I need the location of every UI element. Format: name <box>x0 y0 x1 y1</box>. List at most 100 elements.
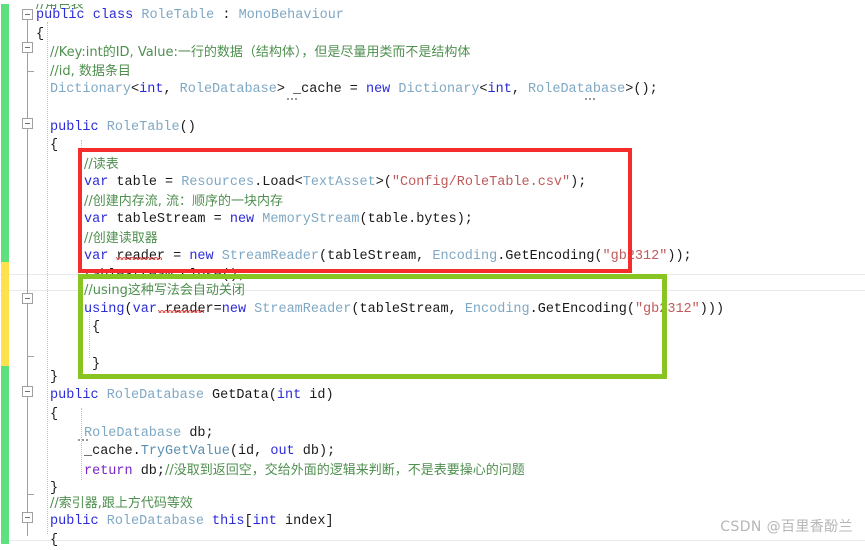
code-token-typ2: TryGetValue <box>140 444 230 459</box>
code-line[interactable]: //创建读取器 <box>84 229 158 248</box>
code-token-str: "gb2312" <box>602 249 668 264</box>
code-line[interactable]: { <box>36 25 44 44</box>
suggestion-underline[interactable] <box>287 96 297 100</box>
code-token-kw2: return <box>84 464 133 479</box>
code-token-str: "Config/RoleTable.csv" <box>391 175 571 190</box>
code-token-cmt: //读表 <box>84 157 119 172</box>
code-line[interactable]: { <box>92 318 100 337</box>
code-line[interactable]: //id, 数据条目 <box>50 62 131 81</box>
code-token-kw: new <box>365 82 391 97</box>
code-token-str: "gb2312" <box>634 302 700 317</box>
code-token-type: RoleTable <box>106 120 180 135</box>
code-token-type: RoleTable <box>141 8 215 23</box>
code-token-cmt: //没取到返回空，交给外面的逻辑来判断，不是表要操心的问题 <box>165 463 525 478</box>
suggestion-underline[interactable] <box>78 437 88 441</box>
code-line[interactable]: _cache.TryGetValue(id, out db); <box>84 442 335 461</box>
code-line[interactable]: } <box>92 355 100 374</box>
code-token-pln: < <box>479 82 488 97</box>
code-line[interactable]: return db;//没取到返回空，交给外面的逻辑来判断，不是表要操心的问题 <box>84 461 525 480</box>
code-token-pln <box>214 249 222 264</box>
code-line[interactable]: RoleDatabase db; <box>84 424 214 443</box>
code-token-pln: tableStream = <box>108 212 230 227</box>
code-token-type: Encoding <box>432 249 498 264</box>
code-token-type: RoleDatabase <box>528 82 626 97</box>
code-token-kw: public <box>36 8 85 23</box>
code-line[interactable]: } <box>50 368 58 387</box>
code-token-pln: index] <box>276 514 334 529</box>
code-token-pln: { <box>50 533 59 548</box>
code-token-pln <box>246 302 254 317</box>
code-token-pln: () <box>179 120 196 135</box>
code-token-kw: public <box>50 388 99 403</box>
code-line[interactable]: public class RoleTable : MonoBehaviour <box>36 6 344 25</box>
code-token-cmt: //id, 数据条目 <box>50 64 131 79</box>
code-token-pln: { <box>92 320 101 335</box>
code-token-pln: } <box>92 357 101 372</box>
code-line[interactable]: //索引器,跟上方代码等效 <box>50 494 193 513</box>
code-line[interactable]: { <box>50 405 58 424</box>
csdn-watermark: CSDN @百里香酚兰 <box>720 519 853 535</box>
code-token-type: RoleDatabase <box>84 426 182 441</box>
code-token-type: TextAsset <box>302 175 376 190</box>
code-token-pln: )); <box>667 249 692 264</box>
code-line[interactable]: //Key:int的ID, Value:一行的数据（结构体），但是尽量用类而不是… <box>50 43 470 62</box>
code-token-kw: int <box>252 514 277 529</box>
code-line[interactable]: public RoleDatabase this[int index] <box>50 512 334 531</box>
code-line[interactable]: //读表 <box>84 155 119 174</box>
code-token-type: StreamReader <box>221 249 319 264</box>
code-token-pln: >(); <box>625 82 658 97</box>
code-line[interactable]: var table = Resources.Load<TextAsset>("C… <box>84 173 586 192</box>
code-token-kw: int <box>276 388 302 403</box>
code-token-pln: ))) <box>699 302 725 317</box>
code-token-pln: ); <box>570 175 587 190</box>
code-token-kw: int <box>487 82 512 97</box>
code-line[interactable]: var tableStream = new MemoryStream(table… <box>84 210 473 229</box>
code-text-area[interactable]: //角色表 public class RoleTable : MonoBehavi… <box>0 0 865 548</box>
code-line[interactable]: Dictionary<int, RoleDatabase> _cache = n… <box>50 80 658 99</box>
code-token-kw: out <box>270 444 295 459</box>
code-token-pln <box>204 388 212 403</box>
code-line[interactable]: public RoleDatabase GetData(int id) <box>50 386 334 405</box>
code-line[interactable]: //创建内存流, 流：顺序的一块内存 <box>84 192 283 211</box>
top-edge-clip <box>0 0 865 4</box>
code-token-pln: >( <box>375 175 392 190</box>
code-token-pln: } <box>50 370 59 385</box>
error-squiggle <box>158 310 204 313</box>
code-token-kw: var <box>84 212 109 227</box>
code-line[interactable]: public RoleTable() <box>50 118 196 137</box>
code-token-type: MemoryStream <box>262 212 360 227</box>
code-line[interactable]: { <box>50 136 58 155</box>
code-token-pln: GetData <box>212 388 269 403</box>
code-token-cmt: //索引器,跟上方代码等效 <box>50 496 193 511</box>
code-token-cmt: //Key:int的ID, Value:一行的数据（结构体），但是尽量用类而不是… <box>50 45 471 60</box>
code-token-kw: public <box>50 120 99 135</box>
code-token-pln: table = <box>108 175 182 190</box>
code-token-pln: .GetEncoding( <box>497 249 603 264</box>
code-token-kw: class <box>92 8 134 23</box>
code-token-pln: ( <box>268 388 277 403</box>
code-token-pln <box>204 514 212 529</box>
code-token-pln: (tableStream, <box>318 249 433 264</box>
code-token-pln: (tableStream, <box>351 302 465 317</box>
code-token-type: Resources <box>181 175 255 190</box>
code-token-kw: this <box>212 514 245 529</box>
code-token-pln: (id, <box>229 444 271 459</box>
code-line[interactable]: var reader = new StreamReader(tableStrea… <box>84 247 692 266</box>
suggestion-underline[interactable] <box>585 96 595 100</box>
code-token-pln: Load <box>262 175 295 190</box>
code-token-type: Encoding <box>464 302 530 317</box>
code-token-kw: int <box>139 82 164 97</box>
code-token-pln: db; <box>132 464 166 479</box>
code-token-pln <box>99 388 107 403</box>
code-token-pln: { <box>50 138 59 153</box>
code-editor-surface[interactable]: //角色表 public class RoleTable : MonoBehavi… <box>0 0 865 548</box>
code-token-pln: , <box>163 82 180 97</box>
code-line[interactable]: { <box>50 531 58 550</box>
code-token-pln: _cache. <box>84 444 141 459</box>
code-line[interactable]: //using这种写法会自动关闭 <box>84 281 245 300</box>
code-token-kw: var <box>84 175 109 190</box>
code-token-pln <box>99 514 107 529</box>
code-token-pln: .GetEncoding( <box>529 302 635 317</box>
code-token-type: RoleDatabase <box>106 514 204 529</box>
error-squiggle <box>116 257 162 260</box>
